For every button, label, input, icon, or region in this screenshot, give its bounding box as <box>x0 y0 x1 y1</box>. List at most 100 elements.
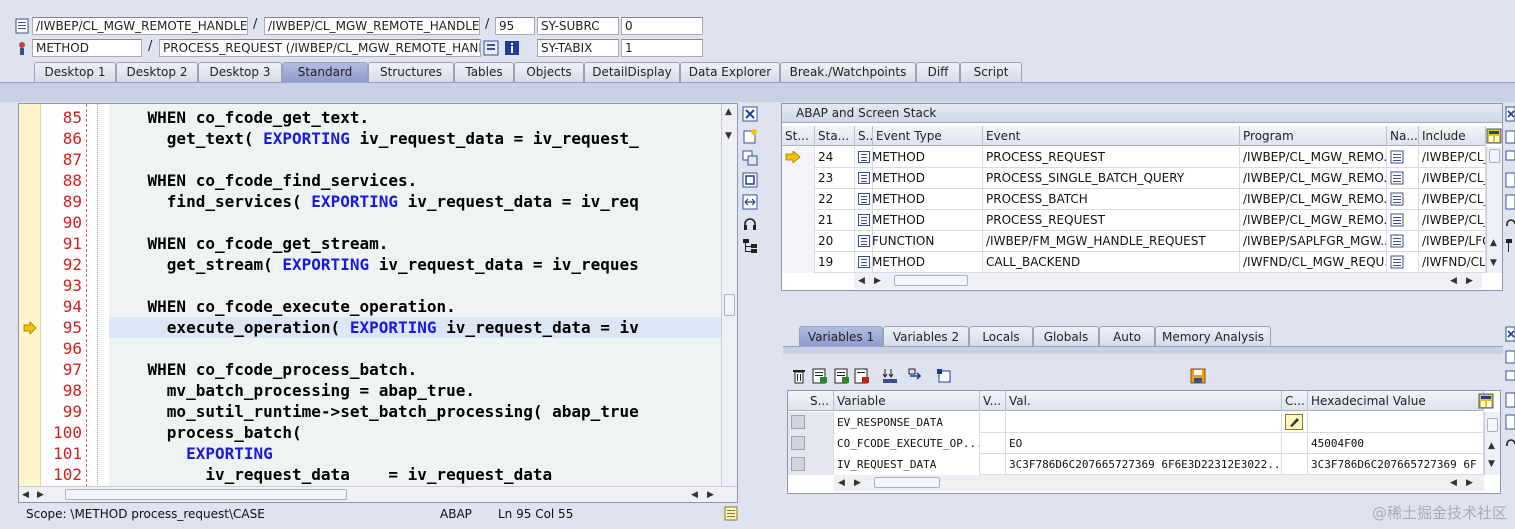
scroll-left-icon[interactable]: ◀ <box>858 275 865 287</box>
code-line[interactable]: WHEN co_fcode_process_batch. <box>109 359 723 380</box>
scroll-down-icon[interactable]: ▼ <box>725 130 732 142</box>
maximize-icon[interactable] <box>742 172 758 188</box>
swap-tool-icon[interactable] <box>742 150 758 166</box>
scroll-right-icon[interactable]: ▶ <box>1466 275 1473 287</box>
tab-diff[interactable]: Diff <box>916 62 960 82</box>
code-line[interactable]: get_text( EXPORTING iv_request_data = iv… <box>109 128 723 149</box>
code-line[interactable]: WHEN co_fcode_execute_operation. <box>109 296 723 317</box>
tab-detaildisplay[interactable]: DetailDisplay <box>584 62 680 82</box>
event-type-field[interactable]: METHOD <box>32 39 142 57</box>
variable-select-cell[interactable] <box>788 454 834 475</box>
code-line[interactable]: WHEN co_fcode_find_services. <box>109 170 723 191</box>
row-selector-button[interactable] <box>791 436 805 450</box>
save-icon[interactable] <box>1190 368 1206 387</box>
stack-row[interactable]: 23 METHOD PROCESS_SINGLE_BATCH_QUERY/IWBEP… <box>782 168 1486 189</box>
notes-icon[interactable] <box>724 506 738 527</box>
tab-auto[interactable]: Auto <box>1099 326 1155 346</box>
tree-icon[interactable] <box>742 238 758 254</box>
layout-icon[interactable] <box>1478 393 1494 412</box>
code-line[interactable]: mo_sutil_runtime->set_batch_processing( … <box>109 401 723 422</box>
stack-col-include[interactable]: Include <box>1419 126 1486 146</box>
stack-col-navigate[interactable]: Na... <box>1387 126 1419 146</box>
tab-breakpoints[interactable]: Break./Watchpoints <box>780 62 916 82</box>
scroll-right-icon[interactable]: ▶ <box>1466 477 1473 489</box>
stack-col-status[interactable]: St... <box>782 126 815 146</box>
sysvar-value-field[interactable]: 0 <box>621 17 703 35</box>
edit-pencil-icon[interactable] <box>1285 414 1303 433</box>
vars-vscroll-thumb[interactable] <box>1487 418 1498 432</box>
stack-horizontal-scrollbar[interactable]: ◀ ▶ ◀ ▶ <box>854 273 1482 289</box>
editor-hscroll-thumb[interactable] <box>65 489 347 500</box>
variable-select-cell[interactable] <box>788 412 834 433</box>
tab-structures[interactable]: Structures <box>368 62 454 82</box>
stack-row[interactable]: 21 METHOD PROCESS_REQUEST/IWBEP/CL_MGW_REM… <box>782 210 1486 231</box>
headset-icon[interactable] <box>742 216 758 232</box>
headset-icon[interactable] <box>1505 216 1515 232</box>
tab-memory-analysis[interactable]: Memory Analysis <box>1155 326 1271 346</box>
resize-icon[interactable] <box>1505 414 1515 430</box>
navigate-icon[interactable] <box>483 40 499 56</box>
code-line[interactable]: execute_operation( EXPORTING iv_request_… <box>109 317 723 338</box>
stack-col-event-type[interactable]: Event Type <box>873 126 983 146</box>
scroll-up-icon[interactable]: ▲ <box>1488 440 1495 452</box>
editor-vscroll-thumb[interactable] <box>724 294 735 316</box>
editor-vertical-scrollbar[interactable]: ▲ ▼ <box>721 104 737 487</box>
code-line[interactable]: WHEN co_fcode_get_stream. <box>109 233 723 254</box>
resize-icon[interactable] <box>742 194 758 210</box>
swap-tool-icon[interactable] <box>1505 150 1515 166</box>
navigate-icon[interactable] <box>1390 192 1404 209</box>
code-line[interactable]: get_stream( EXPORTING iv_request_data = … <box>109 254 723 275</box>
source-editor[interactable]: 85 86 87 88 89 90 91 92 93 94 95 96 97 98 99 100 101 102 … <box>18 103 738 503</box>
maximize-icon[interactable] <box>1505 172 1515 188</box>
tab-variables-2[interactable]: Variables 2 <box>883 326 969 346</box>
variables-horizontal-scrollbar[interactable]: ◀ ▶ ◀ ▶ <box>834 475 1484 491</box>
stack-row[interactable]: 24 METHOD PROCESS_REQUEST/IWBEP/CL_MGW_REM… <box>782 147 1486 168</box>
scroll-left-icon[interactable]: ◀ <box>838 477 845 489</box>
variable-select-cell[interactable] <box>788 433 834 454</box>
headset-icon[interactable] <box>1505 436 1515 452</box>
tab-desktop-3[interactable]: Desktop 3 <box>198 62 282 82</box>
layout-icon[interactable] <box>1486 128 1502 147</box>
scroll-right-icon[interactable]: ▶ <box>874 275 881 287</box>
variable-row[interactable]: CO_FCODE_EXECUTE_OP... EO 45004F00 <box>788 433 1484 454</box>
display-icon[interactable] <box>936 368 952 387</box>
editor-horizontal-scrollbar[interactable]: ◀ ▶ ◀ ▶ <box>19 486 737 502</box>
code-line[interactable]: EXPORTING <box>109 443 723 464</box>
stack-col-s[interactable]: S... <box>855 126 873 146</box>
var-col-value[interactable]: Val. <box>1006 391 1282 411</box>
code-line[interactable] <box>109 338 723 359</box>
scroll-left-icon[interactable]: ◀ <box>691 489 698 501</box>
stack-row[interactable]: 22 METHOD PROCESS_BATCH/IWBEP/CL_MGW_REMO.… <box>782 189 1486 210</box>
sysvar2-name-field[interactable]: SY-TABIX <box>537 39 619 57</box>
resize-icon[interactable] <box>1505 194 1515 210</box>
tab-desktop-2[interactable]: Desktop 2 <box>116 62 198 82</box>
sort-icon[interactable] <box>882 368 900 387</box>
variable-row[interactable]: IV_REQUEST_DATA 3C3F786D6C207665727369 6F… <box>788 454 1484 475</box>
code-line[interactable]: find_services( EXPORTING iv_request_data… <box>109 191 723 212</box>
stack-col-event[interactable]: Event <box>983 126 1240 146</box>
code-line[interactable] <box>109 212 723 233</box>
tab-variables-1[interactable]: Variables 1 <box>799 326 883 346</box>
program-field[interactable]: /IWBEP/CL_MGW_REMOTE_HANDLER=... <box>32 17 248 35</box>
row-selector-button[interactable] <box>791 457 805 471</box>
breakpoint-gutter[interactable] <box>19 104 41 487</box>
close-icon[interactable] <box>1505 106 1515 122</box>
close-icon[interactable] <box>742 106 758 122</box>
new-tool-icon[interactable] <box>1505 348 1515 364</box>
code-line[interactable] <box>109 149 723 170</box>
scroll-right-icon[interactable]: ▶ <box>707 489 714 501</box>
stack-col-program[interactable]: Program <box>1240 126 1387 146</box>
tree-icon[interactable] <box>1505 238 1515 254</box>
code-area[interactable]: WHEN co_fcode_get_text. get_text( EXPORT… <box>109 104 723 487</box>
variable-row[interactable]: EV_RESPONSE_DATA <box>788 412 1484 433</box>
var-col-s[interactable]: S... <box>788 391 834 411</box>
info-icon[interactable] <box>504 40 520 56</box>
code-line[interactable]: iv_request_data = iv_request_data <box>109 464 723 485</box>
scroll-down-icon[interactable]: ▼ <box>1488 458 1495 470</box>
swap-tool-icon[interactable] <box>1505 370 1515 386</box>
event-field[interactable]: PROCESS_REQUEST (/IWBEP/CL_MGW_REMOTE_HA… <box>159 39 481 57</box>
navigate-icon[interactable] <box>1390 234 1404 251</box>
stack-vscroll-thumb[interactable] <box>1489 149 1500 163</box>
stack-hscroll-thumb[interactable] <box>894 275 968 286</box>
tab-tables[interactable]: Tables <box>454 62 514 82</box>
